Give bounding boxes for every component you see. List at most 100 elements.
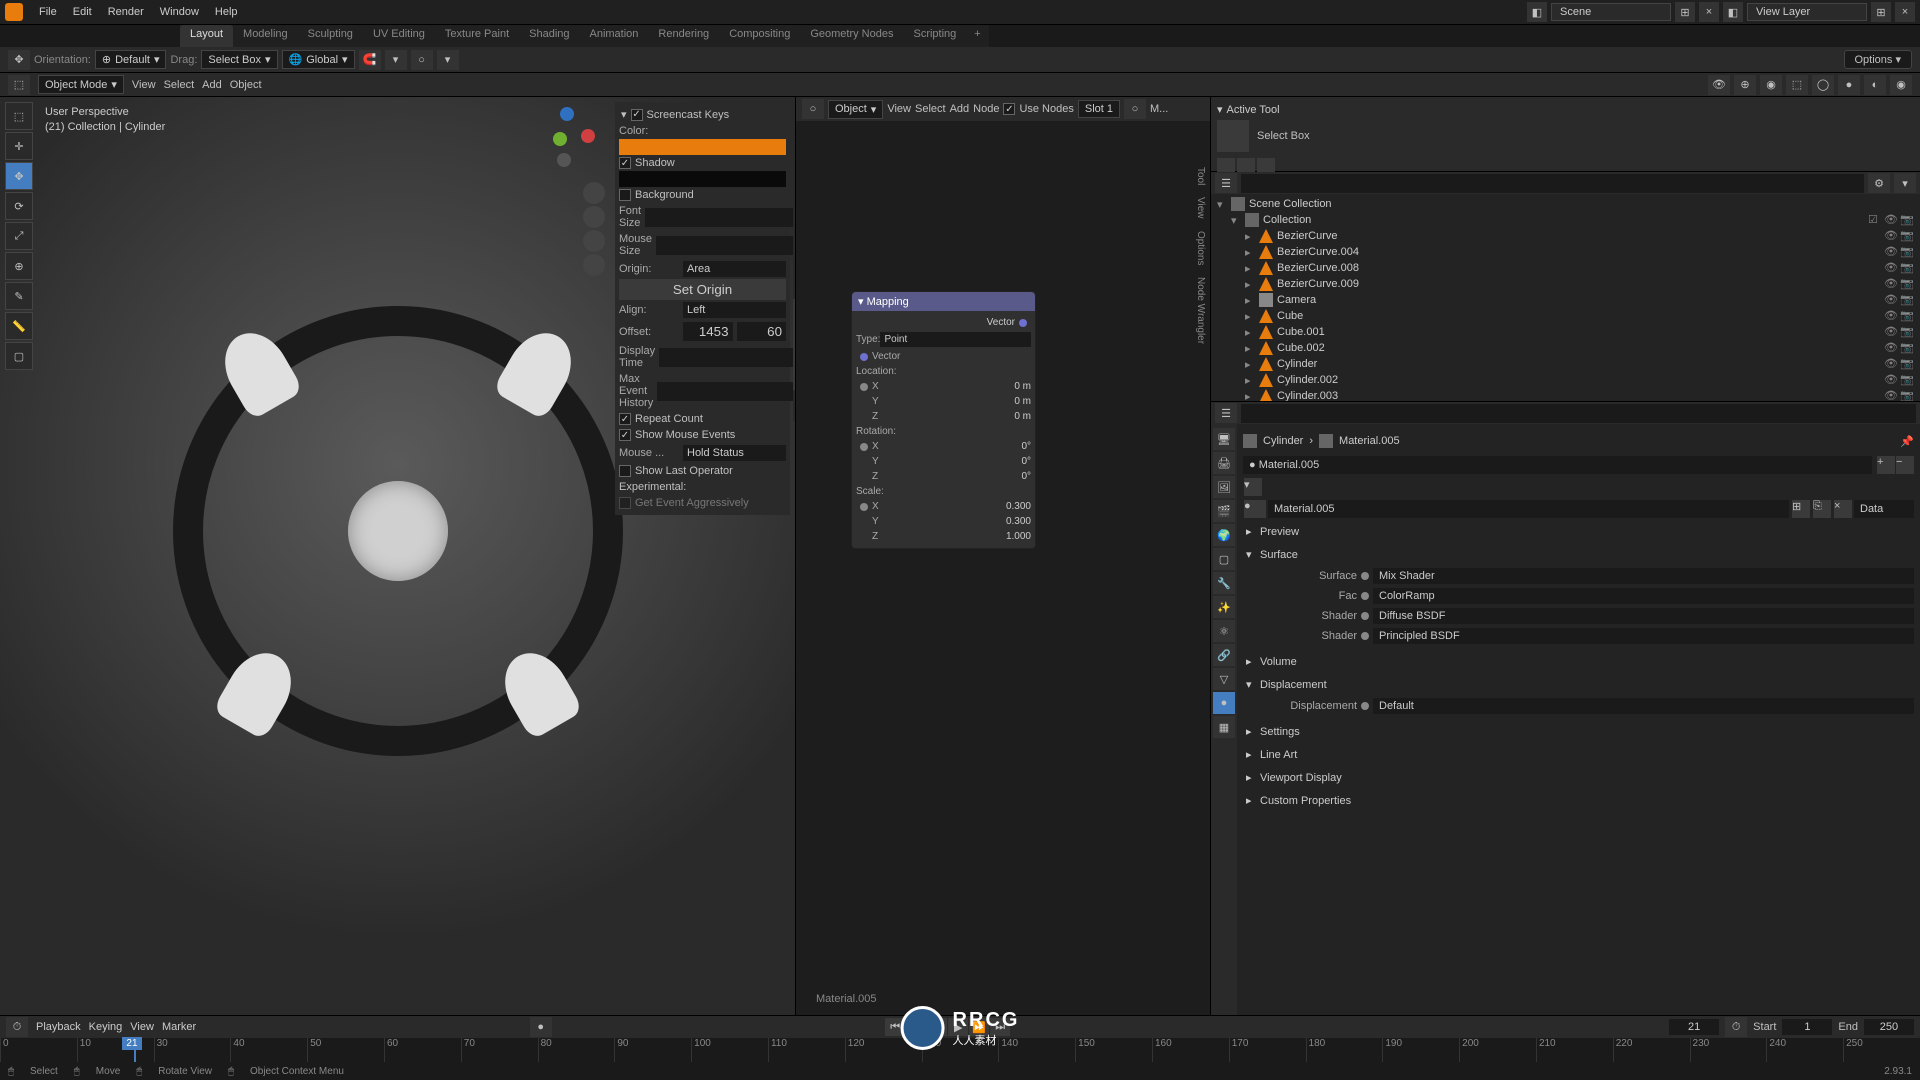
prop-tab-viewlayer[interactable]: 🖼 [1213, 476, 1235, 498]
timeline-marker[interactable]: Marker [162, 1021, 196, 1033]
outliner-filter-icon[interactable]: ⚙ [1868, 173, 1890, 193]
outliner-item[interactable]: ▸Cylinder👁📷 [1213, 356, 1918, 372]
tab-geometry-nodes[interactable]: Geometry Nodes [800, 25, 903, 47]
options-dropdown[interactable]: Options ▾ [1844, 50, 1913, 69]
hide-toggle[interactable]: 👁 [1884, 309, 1898, 323]
mode-dropdown[interactable]: Object Mode▾ [38, 75, 124, 94]
material-slot[interactable]: ● Material.005 [1243, 456, 1872, 474]
tab-compositing[interactable]: Compositing [719, 25, 800, 47]
displacement-panel-header[interactable]: ▾Displacement [1243, 675, 1914, 694]
breadcrumb-object[interactable]: Cylinder [1263, 435, 1303, 447]
origin-dropdown[interactable]: Area [683, 261, 786, 277]
drag-dropdown[interactable]: Select Box▾ [201, 50, 277, 69]
z-axis-icon[interactable] [560, 107, 574, 121]
outliner-item[interactable]: ▸BezierCurve.009👁📷 [1213, 276, 1918, 292]
hide-toggle[interactable]: 👁 [1884, 229, 1898, 243]
shading-wireframe[interactable]: ◯ [1812, 75, 1834, 95]
scale-socket[interactable] [860, 503, 868, 511]
properties-type-icon[interactable]: ☰ [1215, 403, 1237, 423]
menu-view[interactable]: View [132, 79, 156, 91]
tab-screencast[interactable]: Screencast Keys [793, 299, 795, 390]
showlastop-toggle[interactable] [619, 465, 631, 477]
node-shader-type[interactable]: Object▾ [828, 100, 883, 119]
node-tab-tool[interactable]: Tool [1193, 161, 1208, 191]
fontsize-input[interactable] [645, 208, 795, 227]
prop-tab-constraint[interactable]: 🔗 [1213, 644, 1235, 666]
menu-edit[interactable]: Edit [65, 6, 100, 18]
end-frame-field[interactable]: 250 [1864, 1019, 1914, 1035]
timeline-view[interactable]: View [130, 1021, 154, 1033]
outliner-item[interactable]: ▸BezierCurve.004👁📷 [1213, 244, 1918, 260]
frame-range-icon[interactable]: ⏱ [1725, 1017, 1747, 1037]
prop-tab-texture[interactable]: ▦ [1213, 716, 1235, 738]
prop-tab-physics[interactable]: ⚛ [1213, 620, 1235, 642]
vector-socket-icon[interactable] [1019, 319, 1027, 327]
link-mode[interactable]: Data [1854, 500, 1914, 518]
timeline-keying[interactable]: Keying [89, 1021, 123, 1033]
hide-toggle[interactable]: 👁 [1884, 213, 1898, 227]
tab-modeling[interactable]: Modeling [233, 25, 298, 47]
measure-tool[interactable]: 📏 [5, 312, 33, 340]
locy-value[interactable]: 0 m [952, 396, 1032, 407]
type-dropdown[interactable]: Point [880, 332, 1031, 347]
screencast-toggle[interactable] [631, 109, 643, 121]
add-tool[interactable]: ▢ [5, 342, 33, 370]
tab-rendering[interactable]: Rendering [648, 25, 719, 47]
properties-search[interactable] [1241, 404, 1916, 423]
current-frame-field[interactable]: 21 [1669, 1019, 1719, 1035]
viewport-3d[interactable]: ⬚ ✛ ✥ ⟳ ⤢ ⊕ ✎ 📏 ▢ User Perspective (21) … [0, 97, 795, 1015]
orientation-dropdown[interactable]: ⊕Default▾ [95, 50, 167, 69]
tab-uv-editing[interactable]: UV Editing [363, 25, 435, 47]
x-axis-icon[interactable] [581, 129, 595, 143]
fac-value[interactable]: ColorRamp [1373, 588, 1914, 604]
panel-chevron-icon[interactable]: ▾ [621, 108, 627, 121]
tab-tool[interactable]: Tool [793, 147, 795, 181]
outliner-item[interactable]: ▸BezierCurve👁📷 [1213, 228, 1918, 244]
outliner-new-collection-icon[interactable]: ▾ [1894, 173, 1916, 193]
outliner-collection[interactable]: ▾ Collection ☑👁📷 [1213, 212, 1918, 228]
node-editor-type-icon[interactable]: ○ [802, 99, 824, 119]
rotate-tool[interactable]: ⟳ [5, 192, 33, 220]
node-title[interactable]: ▾ Mapping [852, 292, 1035, 311]
mouse-dropdown[interactable]: Hold Status [683, 445, 786, 461]
mapping-node[interactable]: ▾ Mapping Vector Type:Point Vector Locat… [851, 291, 1036, 549]
tab-more[interactable]: N... [793, 390, 795, 422]
breadcrumb-material[interactable]: Material.005 [1339, 435, 1400, 447]
loc-socket[interactable] [860, 383, 868, 391]
exclude-toggle[interactable]: ☑ [1868, 213, 1882, 227]
outliner-item[interactable]: ▸Camera👁📷 [1213, 292, 1918, 308]
use-nodes-toggle[interactable] [1003, 103, 1015, 115]
outliner-item[interactable]: ▸Cube.002👁📷 [1213, 340, 1918, 356]
mat-new-button[interactable]: ⊞ [1792, 500, 1810, 518]
autokey-toggle[interactable]: ● [530, 1017, 552, 1037]
transform-orientation-dropdown[interactable]: 🌐Global▾ [282, 50, 355, 69]
outliner-scene-collection[interactable]: ▾ Scene Collection [1213, 196, 1918, 212]
node-mat-browse[interactable]: ○ [1124, 99, 1146, 119]
node-menu-node[interactable]: Node [973, 103, 999, 115]
hide-toggle[interactable]: 👁 [1884, 293, 1898, 307]
tab-animation[interactable]: Animation [580, 25, 649, 47]
outliner-item[interactable]: ▸Cube👁📷 [1213, 308, 1918, 324]
camera-view-icon[interactable] [583, 230, 605, 252]
rotx-value[interactable]: 0° [952, 441, 1032, 452]
viewlayer-delete-button[interactable]: × [1895, 2, 1915, 22]
outliner-item[interactable]: ▸Cube.001👁📷 [1213, 324, 1918, 340]
selectability-toggle[interactable]: 👁 [1708, 75, 1730, 95]
outliner-tree[interactable]: ▾ Scene Collection ▾ Collection ☑👁📷 ▸Bez… [1211, 194, 1920, 401]
background-toggle[interactable] [619, 189, 631, 201]
snap-dropdown[interactable]: ▾ [385, 50, 407, 70]
node-tab-options[interactable]: Options [1193, 225, 1208, 271]
preview-panel-header[interactable]: ▸Preview [1243, 522, 1914, 541]
link-dot-icon[interactable] [1361, 702, 1369, 710]
locx-value[interactable]: 0 m [952, 381, 1032, 392]
viewport-display-panel-header[interactable]: ▸Viewport Display [1243, 768, 1914, 787]
viewlayer-browse-icon[interactable]: ◧ [1723, 2, 1743, 22]
surface-panel-header[interactable]: ▾Surface [1243, 545, 1914, 564]
menu-window[interactable]: Window [152, 6, 207, 18]
mat-browse-button[interactable]: ● [1244, 500, 1266, 518]
outliner-type-icon[interactable]: ☰ [1215, 173, 1237, 193]
disp-value[interactable]: Default [1373, 698, 1914, 714]
blender-logo-icon[interactable] [5, 3, 23, 21]
settings-panel-header[interactable]: ▸Settings [1243, 722, 1914, 741]
negz-axis-icon[interactable] [557, 153, 571, 167]
